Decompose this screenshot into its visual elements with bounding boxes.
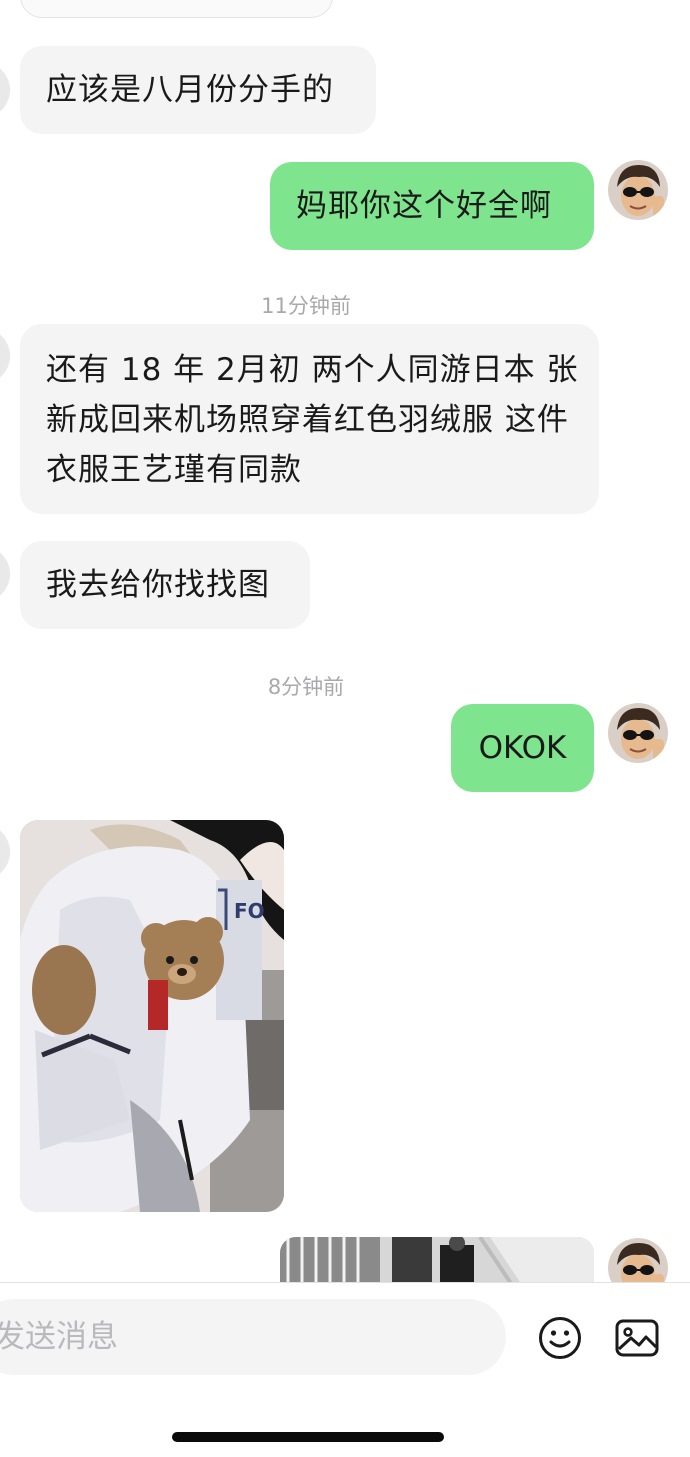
message-image[interactable]: FO xyxy=(20,820,284,1212)
avatar[interactable] xyxy=(608,703,668,763)
message-bubble-incoming[interactable]: 应该是八月份分手的 xyxy=(20,46,376,134)
image-icon[interactable] xyxy=(614,1317,660,1359)
avatar[interactable] xyxy=(0,824,10,880)
message-text: 应该是八月份分手的 xyxy=(46,72,334,108)
message-bubble-partial[interactable] xyxy=(20,0,333,18)
avatar[interactable] xyxy=(0,328,10,384)
input-placeholder: 发送消息 xyxy=(0,1319,118,1355)
timestamp: 11分钟前 xyxy=(261,294,351,318)
avatar[interactable] xyxy=(0,546,10,602)
emoji-icon[interactable] xyxy=(537,1315,583,1361)
message-bubble-incoming[interactable]: 还有 18 年 2月初 两个人同游日本 张新成回来机场照穿着红色羽绒服 这件衣服… xyxy=(20,324,599,514)
message-text: 我去给你找找图 xyxy=(46,567,270,603)
message-text: OKOK xyxy=(478,730,567,766)
timestamp: 8分钟前 xyxy=(267,675,345,699)
message-bubble-outgoing[interactable]: OKOK xyxy=(451,704,594,792)
chat-area[interactable]: 应该是八月份分手的 妈耶你这个好全啊 11分钟前 还有 18 年 2月初 两个人… xyxy=(0,0,690,1282)
message-text: 还有 18 年 2月初 两个人同游日本 张新成回来机场照穿着红色羽绒服 这件衣服… xyxy=(46,352,579,488)
message-bubble-outgoing[interactable]: 妈耶你这个好全啊 xyxy=(270,162,594,250)
message-text: 妈耶你这个好全啊 xyxy=(296,188,552,224)
photo-text: FO xyxy=(234,899,265,923)
avatar[interactable] xyxy=(608,1238,668,1282)
message-image[interactable] xyxy=(280,1237,594,1282)
avatar[interactable] xyxy=(0,62,10,118)
message-bubble-incoming[interactable]: 我去给你找找图 xyxy=(20,541,310,629)
home-indicator[interactable] xyxy=(172,1432,444,1442)
message-input[interactable]: 发送消息 xyxy=(0,1299,506,1375)
avatar[interactable] xyxy=(608,160,668,220)
message-input-bar: 发送消息 xyxy=(0,1282,690,1457)
